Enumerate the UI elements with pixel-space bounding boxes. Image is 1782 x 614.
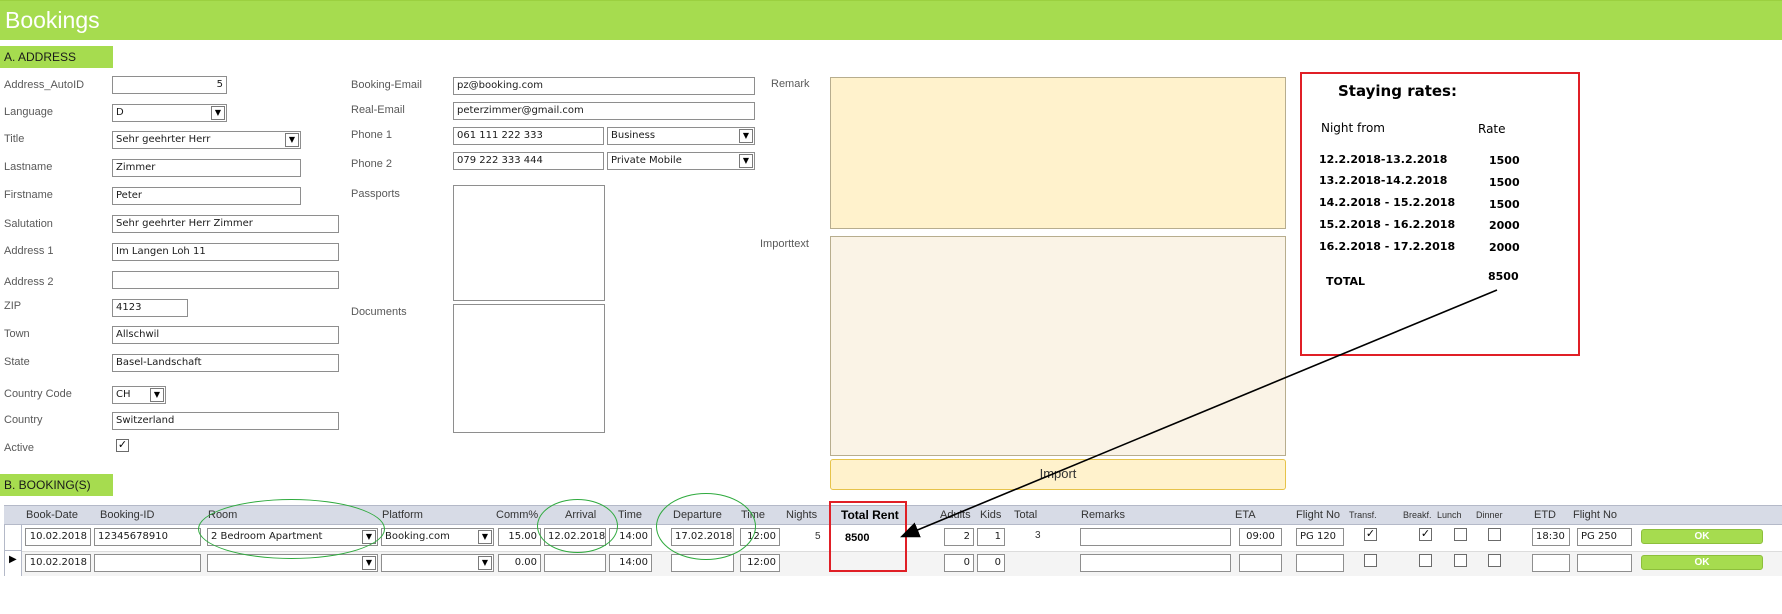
annotation-arrow bbox=[900, 289, 1498, 538]
